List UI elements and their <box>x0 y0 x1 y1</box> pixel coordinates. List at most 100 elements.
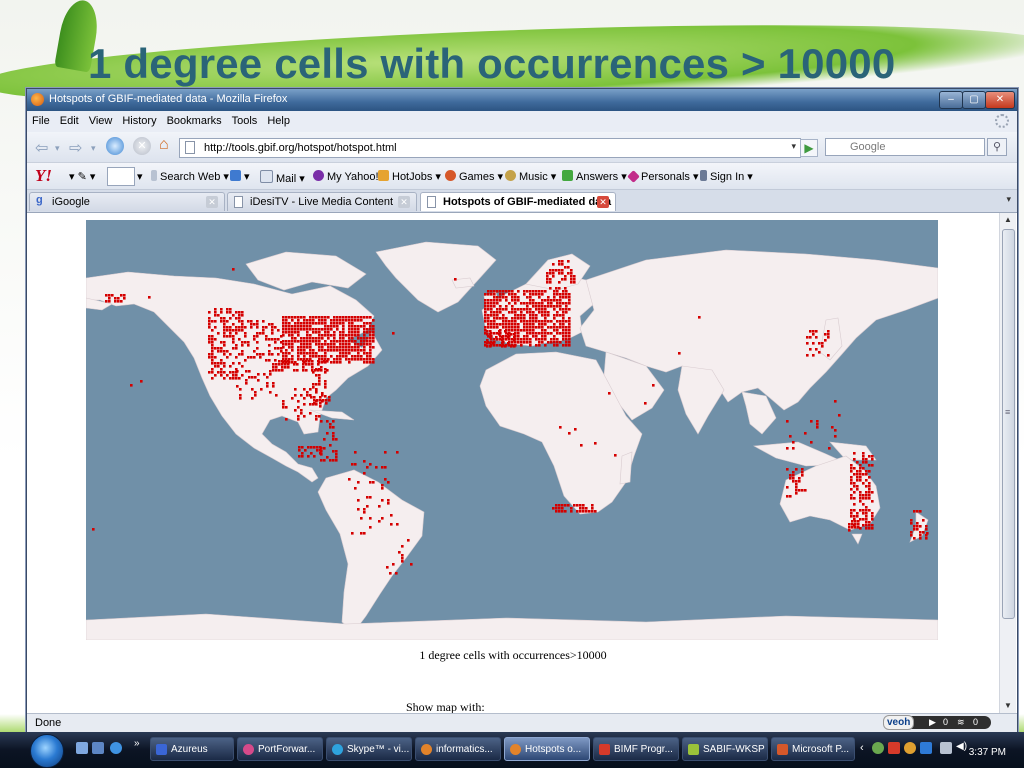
search-magnifier-icon[interactable]: ⚲ <box>987 138 1007 156</box>
pencil-icon[interactable]: ▾ ✎ ▾ <box>69 170 95 183</box>
vertical-scrollbar[interactable]: ▲ ≡ ▼ <box>999 213 1016 713</box>
yahoo-answers[interactable]: Answers ▾ <box>562 170 627 183</box>
hotspot-cell <box>335 459 338 462</box>
hotspot-cell <box>324 386 327 389</box>
yahoo-hotjobs[interactable]: HotJobs ▾ <box>378 170 441 183</box>
hotspot-cell <box>850 476 853 479</box>
url-bar[interactable]: http://tools.gbif.org/hotspot/hotspot.ht… <box>179 138 801 158</box>
scroll-down-icon[interactable]: ▼ <box>1004 701 1012 710</box>
hotspot-cell <box>541 335 544 338</box>
yahoo-personals[interactable]: Personals ▾ <box>627 170 699 183</box>
hotspot-cell <box>854 523 857 526</box>
tab-close-icon[interactable]: ✕ <box>206 196 218 208</box>
tab-hotspots[interactable]: Hotspots of GBIF-mediated data ✕ <box>420 192 616 211</box>
taskbar-item-powerpoint[interactable]: Microsoft P... <box>771 737 855 761</box>
show-desktop-icon[interactable] <box>76 742 88 754</box>
veoh-widget[interactable]: veoh ▶ 0 ≋ 0 <box>883 715 991 730</box>
world-hotspot-map[interactable] <box>85 220 939 641</box>
scroll-up-icon[interactable]: ▲ <box>1004 215 1012 224</box>
tab-close-icon[interactable]: ✕ <box>597 196 609 208</box>
taskbar-item-informatics[interactable]: informatics... <box>415 737 501 761</box>
hotspot-cell <box>798 477 801 480</box>
taskbar-item-bimf[interactable]: BIMF Progr... <box>593 737 679 761</box>
yahoo-mail[interactable]: Mail ▾ <box>260 170 305 185</box>
hotspot-cell <box>363 328 366 331</box>
menu-help[interactable]: Help <box>262 111 295 127</box>
menu-file[interactable]: File <box>27 111 55 127</box>
start-button[interactable] <box>30 734 64 768</box>
internet-explorer-icon[interactable] <box>110 742 122 754</box>
search-input[interactable]: Google <box>825 138 985 156</box>
hotspot-cell <box>312 386 315 389</box>
switch-windows-icon[interactable] <box>92 742 104 754</box>
quick-launch-more-icon[interactable]: » <box>134 738 140 749</box>
scrollbar-thumb[interactable] <box>1002 229 1015 619</box>
tray-app-icon[interactable] <box>888 742 900 754</box>
tray-app-icon[interactable] <box>920 742 932 754</box>
minimize-button[interactable]: – <box>939 91 963 109</box>
show-map-label: Show map with: <box>406 700 485 713</box>
hotspot-cell <box>792 441 795 444</box>
yahoo-logo[interactable]: Y! <box>35 166 52 186</box>
home-icon[interactable]: ⌂ <box>159 136 169 154</box>
hotspot-cell <box>538 323 541 326</box>
hotspot-cell <box>260 388 263 391</box>
menu-history[interactable]: History <box>117 111 161 127</box>
tab-list-dropdown-icon[interactable]: ▾ <box>1006 194 1011 205</box>
tray-collapse-icon[interactable]: ‹ <box>860 742 864 754</box>
menu-view[interactable]: View <box>84 111 118 127</box>
yahoo-sign-in[interactable]: Sign In ▾ <box>700 170 753 183</box>
forward-history-dropdown-icon[interactable]: ▾ <box>91 143 96 154</box>
taskbar-item-azureus[interactable]: Azureus <box>150 737 234 761</box>
back-history-dropdown-icon[interactable]: ▾ <box>55 143 60 154</box>
yahoo-search-web[interactable]: Search Web ▾ <box>151 170 229 183</box>
close-button[interactable]: ✕ <box>985 91 1015 109</box>
taskbar-item-hotspots[interactable]: Hotspots o... <box>504 737 590 761</box>
hotspot-cell <box>514 311 517 314</box>
hotspot-cell <box>312 328 315 331</box>
forward-arrow-icon[interactable]: ⇨ <box>69 138 82 158</box>
yahoo-music[interactable]: Music ▾ <box>505 170 556 183</box>
taskbar-item-sabif[interactable]: SABIF-WKSP <box>682 737 768 761</box>
reload-icon[interactable] <box>106 137 124 155</box>
yahoo-search-field[interactable] <box>107 167 135 186</box>
hotspot-cell <box>523 341 526 344</box>
hotspot-cell <box>288 322 291 325</box>
tab-igoogle[interactable]: g iGoogle ✕ <box>29 192 225 211</box>
window-titlebar[interactable]: Hotspots of GBIF-mediated data - Mozilla… <box>27 89 1017 111</box>
taskbar-clock[interactable]: 3:37 PM <box>969 747 1006 758</box>
menu-bookmarks[interactable]: Bookmarks <box>162 111 227 127</box>
hotspot-cell <box>381 499 384 502</box>
stop-icon[interactable]: ✕ <box>133 137 151 155</box>
yahoo-search-dropdown-icon[interactable]: ▾ <box>137 170 143 183</box>
hotspot-cell <box>360 340 363 343</box>
tab-close-icon[interactable]: ✕ <box>398 196 410 208</box>
tray-app-icon[interactable] <box>904 742 916 754</box>
menu-edit[interactable]: Edit <box>55 111 84 127</box>
taskbar-item-skype[interactable]: Skype™ - vi... <box>326 737 412 761</box>
hotspot-cell <box>871 455 874 458</box>
shield-icon[interactable]: ▾ <box>230 170 250 183</box>
hotspot-cell <box>490 314 493 317</box>
hotspot-cell <box>300 346 303 349</box>
network-icon[interactable] <box>940 742 952 754</box>
hotspot-cell <box>795 486 798 489</box>
hotspot-cell <box>148 296 151 299</box>
hotspot-cell <box>532 311 535 314</box>
yahoo-my-yahoo[interactable]: My Yahoo! <box>313 170 379 183</box>
taskbar-item-portforward[interactable]: PortForwar... <box>237 737 323 761</box>
hotspot-cell <box>351 355 354 358</box>
hotspot-cell <box>910 534 913 537</box>
hotspot-cell <box>546 275 549 278</box>
menu-tools[interactable]: Tools <box>227 111 263 127</box>
hotspot-cell <box>321 319 324 322</box>
tray-app-icon[interactable] <box>872 742 884 754</box>
hotspot-cell <box>523 326 526 329</box>
hotspot-cell <box>220 317 223 320</box>
hotspot-cell <box>529 311 532 314</box>
yahoo-games[interactable]: Games ▾ <box>445 170 503 183</box>
maximize-button[interactable]: ▢ <box>962 91 986 109</box>
tab-idesitv[interactable]: iDesiTV - Live Media Content ✕ <box>227 192 417 211</box>
volume-icon[interactable]: ◀) <box>956 741 967 752</box>
back-arrow-icon[interactable]: ⇦ <box>35 138 48 158</box>
